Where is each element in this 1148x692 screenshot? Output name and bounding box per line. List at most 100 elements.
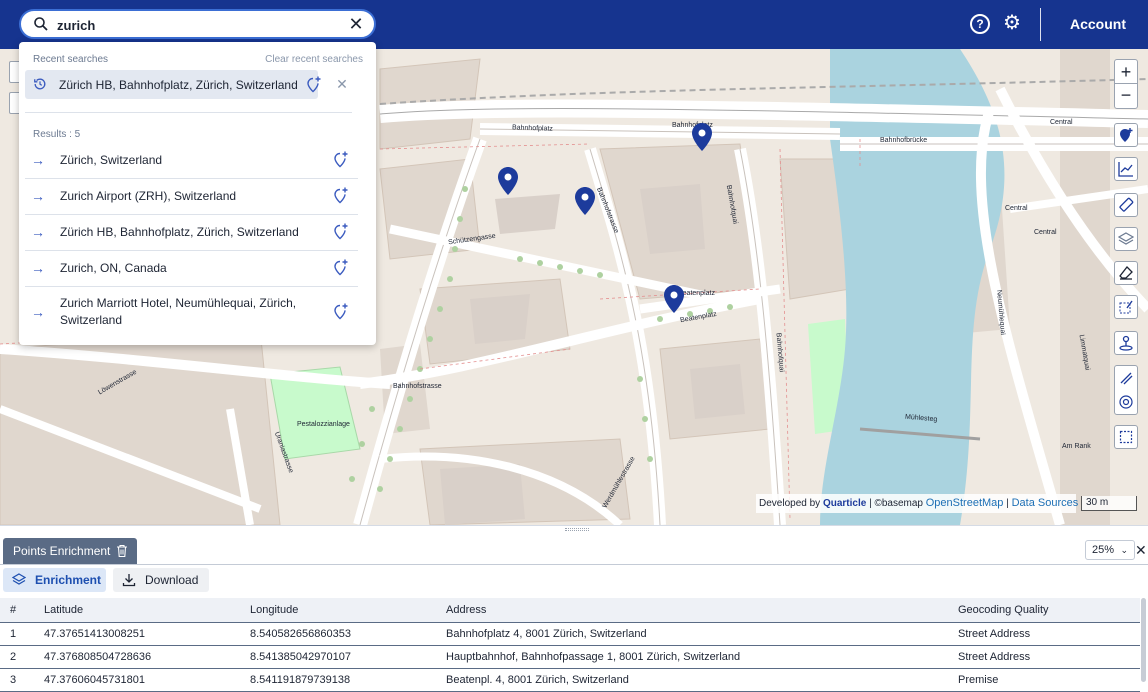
add-location-icon[interactable] [333,259,349,276]
search-result-item[interactable]: → Zurich Marriott Hotel, Neumühlequai, Z… [25,287,358,337]
street-label: Central [1034,229,1057,236]
arrow-right-icon: → [31,260,45,276]
osm-link[interactable]: OpenStreetMap [926,497,1004,509]
table-row[interactable]: 1 47.37651413008251 8.540582656860353 Ba… [0,622,1140,646]
enrichment-label: Enrichment [35,573,102,587]
clear-recent-searches-link[interactable]: Clear recent searches [265,54,363,65]
search-dropdown: Recent searches Clear recent searches Zü… [19,42,376,345]
column-header[interactable]: Geocoding Quality [958,598,1140,623]
park-label: Pestalozzianlage [297,421,350,428]
search-box: ✕ [19,9,376,39]
search-result-item[interactable]: → Zurich, ON, Canada [25,251,358,287]
gear-icon[interactable]: ⚙ [1001,11,1023,35]
street-label: Central [1050,119,1073,126]
street-label: Bahnhofplatz [511,124,553,133]
results-table: # Latitude Longitude Address Geocoding Q… [0,598,1140,692]
chart-button[interactable] [1114,157,1138,181]
search-icon [34,17,48,31]
search-result-label: Zurich Marriott Hotel, Neumühlequai, Zür… [60,296,297,327]
add-location-icon[interactable] [333,151,349,168]
search-result-item[interactable]: → Zürich, Switzerland [25,142,358,179]
table-row[interactable]: 3 47.37606045731801 8.541191879739138 Be… [0,668,1140,692]
line-chart-icon [1118,162,1133,177]
tab-label: Points Enrichment [13,544,111,558]
table-cell: Premise [958,668,1140,692]
divider [25,112,352,113]
add-marker-icon [1120,128,1133,142]
map-marker[interactable] [498,167,518,195]
search-result-label: Zürich, Switzerland [60,153,163,167]
close-icon[interactable]: ✕ [1135,541,1147,559]
remove-recent-icon[interactable]: ✕ [335,76,349,92]
brand-logo[interactable]: Quarticle [823,498,866,509]
table-scrollbar[interactable] [1141,598,1146,682]
divider [1040,8,1041,41]
search-result-item[interactable]: → Zürich HB, Bahnhofplatz, Zürich, Switz… [25,215,358,251]
route-icon [1120,372,1133,385]
search-result-label: Zurich, ON, Canada [60,261,167,275]
close-icon[interactable]: ✕ [346,14,366,34]
table-header-row: # Latitude Longitude Address Geocoding Q… [0,598,1140,623]
radius-circle-button[interactable] [1115,390,1137,414]
column-header[interactable]: Latitude [44,598,250,623]
select-area-button[interactable] [1114,425,1138,449]
points-enrichment-panel: Points Enrichment 25% ⌄ ✕ Enrichment Dow… [0,525,1148,692]
attribution-text: | ©basemap [869,498,923,509]
table-row[interactable]: 2 47.376808504728636 8.541385042970107 H… [0,645,1140,669]
pin-location-button[interactable] [1114,331,1138,355]
radius-line-button[interactable] [1115,366,1137,390]
search-result-label: Zurich Airport (ZRH), Switzerland [60,189,237,203]
arrow-right-icon: → [31,304,45,320]
table-cell: Street Address [958,622,1140,646]
results-count: Results : 5 [33,129,81,140]
add-location-icon[interactable] [306,76,322,93]
account-button[interactable]: Account [1058,16,1138,32]
history-icon [34,78,46,90]
column-header[interactable]: # [0,598,44,623]
map-attribution: Developed by Quarticle | ©basemap OpenSt… [756,494,1079,513]
selection-box-icon [1119,430,1133,444]
map-marker[interactable] [664,285,684,313]
chevron-down-icon: ⌄ [1120,545,1128,555]
layers-icon [1118,232,1134,245]
table-cell: 2 [0,645,44,669]
resize-handle[interactable] [565,528,589,531]
data-sources-link[interactable]: Data Sources [1012,497,1079,509]
layers-icon [12,573,26,585]
zoom-in-button[interactable]: + [1115,60,1137,84]
table-cell: Street Address [958,645,1140,669]
tab-points-enrichment[interactable]: Points Enrichment [3,538,137,564]
search-input[interactable] [57,15,337,35]
layers-button[interactable] [1114,227,1138,251]
zoom-out-button[interactable]: − [1115,84,1137,108]
erase-button[interactable] [1114,261,1138,285]
column-header[interactable]: Address [446,598,958,623]
download-button[interactable]: Download [113,568,209,592]
arrow-right-icon: → [31,152,45,168]
download-label: Download [145,573,199,587]
map-marker[interactable] [692,123,712,151]
add-point-button[interactable] [1114,123,1138,147]
help-icon[interactable]: ? [970,14,990,34]
draw-area-button[interactable] [1114,295,1138,319]
street-label: Bahnhofbrücke [880,137,928,144]
table-cell: 8.540582656860353 [250,622,446,646]
street-label: Central [1005,205,1028,212]
street-label: Bahnhofstrasse [393,383,442,390]
add-location-icon[interactable] [333,223,349,240]
column-header[interactable]: Longitude [250,598,446,623]
table-cell: 8.541385042970107 [250,645,446,669]
enrichment-button[interactable]: Enrichment [3,568,106,592]
table-cell: Beatenpl. 4, 8001 Zürich, Switzerland [446,668,958,692]
measure-button[interactable] [1114,193,1138,217]
edit-polygon-icon [1119,300,1133,314]
recent-search-item[interactable]: Zürich HB, Bahnhofplatz, Zürich, Switzer… [25,70,318,99]
table-cell: 47.376808504728636 [44,645,250,669]
add-location-icon[interactable] [333,187,349,204]
trash-icon[interactable] [116,544,128,558]
add-location-icon[interactable] [333,303,349,320]
search-result-item[interactable]: → Zurich Airport (ZRH), Switzerland [25,179,358,215]
zoom-select[interactable]: 25% ⌄ [1085,540,1135,560]
radius-control [1114,365,1138,415]
map-marker[interactable] [575,187,595,215]
